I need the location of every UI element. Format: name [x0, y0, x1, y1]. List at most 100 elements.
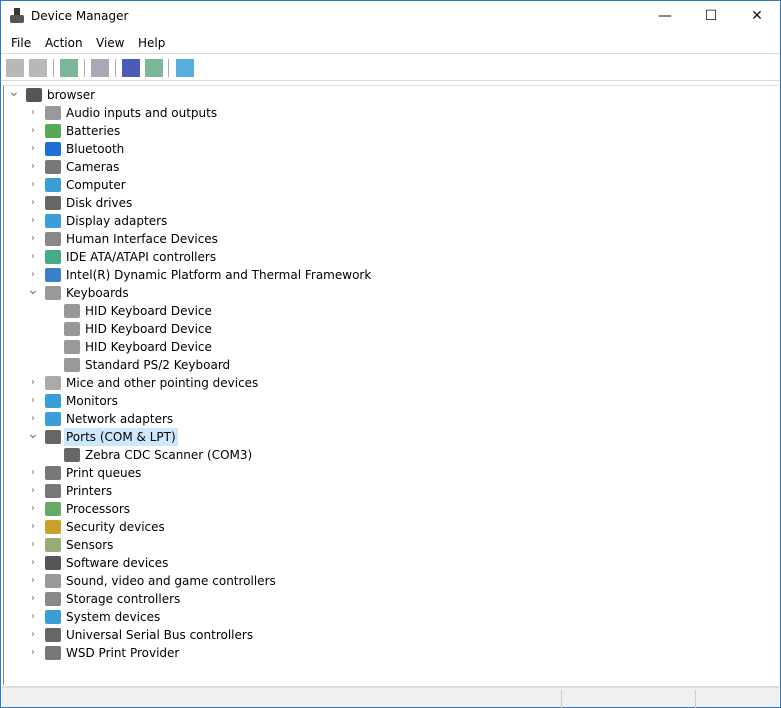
device-category-icon — [45, 214, 61, 228]
tree-item-label: WSD Print Provider — [66, 646, 180, 660]
device-manager-icon — [10, 8, 24, 24]
device-category-icon — [45, 466, 61, 480]
tree-item-label: Human Interface Devices — [66, 232, 218, 246]
tree-item-label: Display adapters — [66, 214, 168, 228]
chevron-right-icon[interactable]: › — [27, 518, 39, 536]
toolbar-separator — [84, 59, 85, 77]
device-category-icon — [45, 646, 61, 660]
device-category-icon — [45, 592, 61, 606]
chevron-right-icon[interactable]: › — [27, 500, 39, 518]
device-category-icon — [26, 88, 42, 102]
forward-button[interactable] — [29, 59, 47, 77]
device-category-icon — [45, 574, 61, 588]
menu-view[interactable]: View — [96, 36, 124, 50]
menu-bar: File Action View Help — [1, 32, 780, 54]
device-category-icon — [45, 232, 61, 246]
device-category-icon — [45, 412, 61, 426]
toolbar-separator — [115, 59, 116, 77]
chevron-right-icon[interactable]: › — [27, 536, 39, 554]
close-button[interactable]: ✕ — [734, 1, 780, 31]
tree-item-label: Processors — [66, 502, 131, 516]
tree-item-label: HID Keyboard Device — [85, 322, 212, 336]
device-category-icon — [45, 268, 61, 282]
tree-item-label: Bluetooth — [66, 142, 125, 156]
tree-item-label: Printers — [66, 484, 113, 498]
chevron-right-icon[interactable]: › — [27, 374, 39, 392]
toolbar-separator — [168, 59, 169, 77]
device-manager-window: Device Manager — ☐ ✕ File Action View He… — [0, 0, 781, 708]
device-category-icon — [45, 520, 61, 534]
tree-item-label: Intel(R) Dynamic Platform and Thermal Fr… — [66, 268, 372, 282]
tree-item-label: Standard PS/2 Keyboard — [85, 358, 231, 372]
tree-item-label: HID Keyboard Device — [85, 340, 212, 354]
tree-item-label: Disk drives — [66, 196, 133, 210]
run-button[interactable] — [145, 59, 163, 77]
show-hide-console-tree-button[interactable] — [60, 59, 78, 77]
device-category-icon — [45, 376, 61, 390]
device-category-icon — [45, 610, 61, 624]
chevron-right-icon[interactable]: › — [27, 122, 39, 140]
chevron-right-icon[interactable]: › — [27, 590, 39, 608]
chevron-right-icon[interactable]: › — [27, 464, 39, 482]
device-category-icon — [45, 502, 61, 516]
device-category-icon — [45, 628, 61, 642]
tree-item-label: Sensors — [66, 538, 114, 552]
chevron-down-icon[interactable]: ⌄ — [27, 427, 39, 446]
device-category-icon — [45, 142, 61, 156]
tree-item-label: Network adapters — [66, 412, 174, 426]
chevron-right-icon[interactable]: › — [27, 194, 39, 212]
chevron-right-icon[interactable]: › — [27, 626, 39, 644]
tree-item-label: Print queues — [66, 466, 142, 480]
tree-item-label: Zebra CDC Scanner (COM3) — [85, 448, 253, 462]
chevron-right-icon[interactable]: › — [27, 176, 39, 194]
tree-item-label: Cameras — [66, 160, 120, 174]
device-category-icon — [45, 178, 61, 192]
chevron-right-icon[interactable]: › — [27, 212, 39, 230]
chevron-right-icon[interactable]: › — [27, 482, 39, 500]
chevron-right-icon[interactable]: › — [27, 608, 39, 626]
scan-hardware-button[interactable] — [176, 59, 194, 77]
device-category-icon — [45, 430, 61, 444]
chevron-right-icon[interactable]: › — [27, 140, 39, 158]
device-category-icon — [45, 484, 61, 498]
chevron-right-icon[interactable]: › — [27, 644, 39, 662]
device-category-icon — [45, 286, 61, 300]
window-title: Device Manager — [31, 9, 129, 23]
menu-help[interactable]: Help — [138, 36, 165, 50]
status-divider — [695, 690, 696, 708]
device-category-icon — [45, 196, 61, 210]
back-button[interactable] — [6, 59, 24, 77]
device-category-icon — [64, 304, 80, 318]
help-button[interactable] — [122, 59, 140, 77]
device-tree: ⌄ browser › Audio inputs and outputs › Batter… — [3, 85, 778, 685]
chevron-down-icon[interactable]: ⌄ — [27, 283, 39, 302]
device-category-icon — [45, 106, 61, 120]
chevron-right-icon[interactable]: › — [27, 392, 39, 410]
device-category-icon — [45, 394, 61, 408]
chevron-right-icon[interactable]: › — [27, 554, 39, 572]
chevron-right-icon[interactable]: › — [27, 572, 39, 590]
toolbar — [1, 55, 780, 81]
chevron-right-icon[interactable]: › — [27, 248, 39, 266]
minimize-button[interactable]: — — [642, 1, 688, 31]
device-category-icon — [64, 322, 80, 336]
tree-item-label: Security devices — [66, 520, 165, 534]
menu-file[interactable]: File — [11, 36, 31, 50]
chevron-right-icon[interactable]: › — [27, 104, 39, 122]
chevron-right-icon[interactable]: › — [27, 230, 39, 248]
tree-item-label: Ports (COM & LPT) — [64, 428, 178, 446]
properties-button[interactable] — [91, 59, 109, 77]
maximize-button[interactable]: ☐ — [688, 1, 734, 31]
menu-action[interactable]: Action — [45, 36, 83, 50]
tree-item-label: Monitors — [66, 394, 118, 408]
chevron-right-icon[interactable]: › — [27, 158, 39, 176]
tree-item-label: browser — [47, 88, 96, 102]
tree-item-label: Software devices — [66, 556, 169, 570]
tree-item-label: Storage controllers — [66, 592, 181, 606]
chevron-down-icon[interactable]: ⌄ — [8, 85, 20, 104]
device-category-icon — [45, 160, 61, 174]
device-category-icon — [45, 538, 61, 552]
tree-item-label: Computer — [66, 178, 126, 192]
device-category-icon — [64, 340, 80, 354]
device-category-icon — [45, 250, 61, 264]
